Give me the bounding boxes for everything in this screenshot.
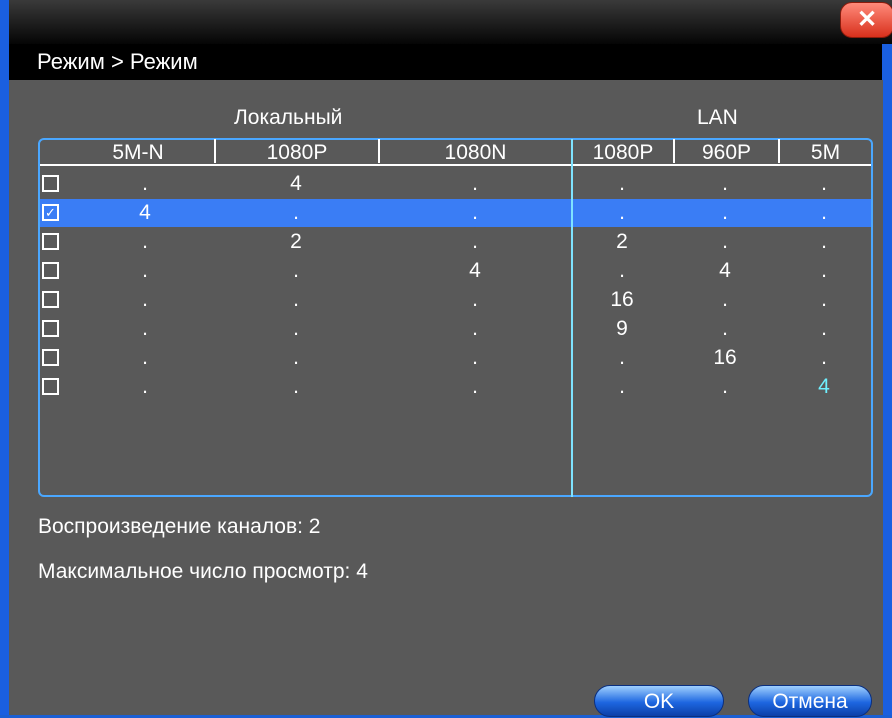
playback-channels-text: Воспроизведение каналов: 2 (38, 515, 321, 538)
group-label-lan: LAN (697, 106, 738, 129)
table-cell: . (821, 346, 827, 369)
table-cell: . (293, 375, 299, 398)
table-cell: . (472, 230, 478, 253)
table-cell: 2 (616, 230, 628, 253)
table-cell: . (722, 375, 728, 398)
table-cell: . (619, 201, 625, 224)
row-checkbox[interactable] (42, 349, 59, 366)
column-header-960p: 960P (701, 141, 752, 164)
table-cell: . (619, 346, 625, 369)
local-lan-divider (571, 139, 573, 497)
group-label-local: Локальный (234, 106, 343, 129)
table-cell: . (142, 346, 148, 369)
table-cell: 4 (719, 259, 731, 282)
header-rule (40, 164, 871, 166)
column-header-1080p-local: 1080P (266, 141, 328, 164)
table-cell: 2 (290, 230, 302, 253)
column-header-1080n: 1080N (444, 141, 507, 164)
table-cell: . (472, 201, 478, 224)
max-view-text: Максимальное число просмотр: 4 (38, 560, 368, 583)
cancel-button[interactable]: Отмена (748, 685, 872, 717)
table-cell: . (293, 317, 299, 340)
column-header-5m-n: 5M-N (112, 141, 164, 164)
table-cell: . (821, 288, 827, 311)
row-checkbox[interactable] (42, 262, 59, 279)
table-cell: . (472, 317, 478, 340)
table-cell: . (472, 375, 478, 398)
column-header-5m: 5M (810, 141, 841, 164)
table-cell: . (722, 172, 728, 195)
row-checkbox[interactable] (42, 233, 59, 250)
row-checkbox[interactable] (42, 320, 59, 337)
ok-button[interactable]: OK (594, 685, 724, 717)
table-cell: . (142, 259, 148, 282)
close-icon: ✕ (856, 6, 878, 33)
row-checkbox[interactable]: ✓ (42, 204, 59, 221)
table-cell: . (293, 288, 299, 311)
table-cell: 4 (139, 201, 151, 224)
table-cell: 16 (713, 346, 737, 369)
table-cell: . (293, 201, 299, 224)
table-cell: 16 (610, 288, 634, 311)
table-cell: . (472, 288, 478, 311)
table-cell: . (472, 172, 478, 195)
table-cell: . (821, 317, 827, 340)
row-checkbox[interactable] (42, 175, 59, 192)
row-checkbox[interactable] (42, 378, 59, 395)
table-cell: . (821, 259, 827, 282)
table-cell: 4 (290, 172, 302, 195)
table-cell: . (619, 259, 625, 282)
table-cell: . (142, 172, 148, 195)
table-cell: . (619, 172, 625, 195)
table-cell: . (619, 375, 625, 398)
page-title: Режим > Режим (9, 44, 882, 80)
table-cell: . (142, 230, 148, 253)
table-cell: . (472, 346, 478, 369)
table-cell: . (722, 201, 728, 224)
table-cell: . (722, 288, 728, 311)
table-cell: . (722, 317, 728, 340)
table-cell: . (821, 172, 827, 195)
table-cell: 4 (469, 259, 481, 282)
table-cell: . (293, 346, 299, 369)
table-cell: 9 (616, 317, 628, 340)
column-header-1080p-lan: 1080P (592, 141, 654, 164)
table-cell: . (293, 259, 299, 282)
table-cell: . (142, 317, 148, 340)
table-cell: . (821, 201, 827, 224)
table-cell: . (821, 230, 827, 253)
close-button[interactable]: ✕ (840, 2, 892, 38)
table-cell: . (142, 288, 148, 311)
table-cell: 4 (818, 375, 830, 398)
table-cell: . (142, 375, 148, 398)
row-checkbox[interactable] (42, 291, 59, 308)
table-cell: . (722, 230, 728, 253)
title-bar (9, 0, 892, 44)
